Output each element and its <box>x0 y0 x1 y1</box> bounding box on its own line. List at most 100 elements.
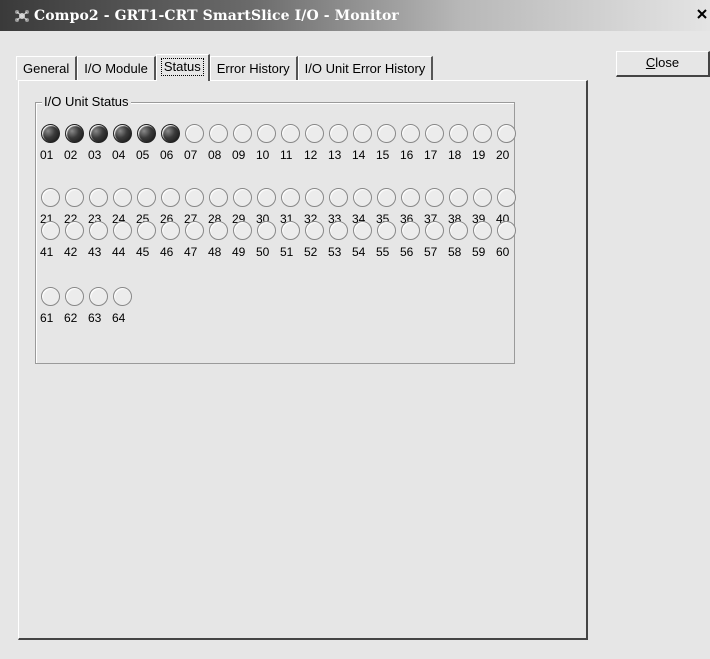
unit-status-led-39 <box>473 188 492 207</box>
unit-status-led-11 <box>281 124 300 143</box>
unit-number-label: 03 <box>88 148 102 162</box>
unit-status-led-04 <box>113 124 132 143</box>
unit-status-led-29 <box>233 188 252 207</box>
unit-status-led-43 <box>89 221 108 240</box>
tab-io-module[interactable]: I/O Module <box>77 56 156 80</box>
unit-status-led-35 <box>377 188 396 207</box>
io-unit-status-label: I/O Unit Status <box>42 94 131 109</box>
unit-number-label: 43 <box>88 245 102 259</box>
unit-number-label: 41 <box>40 245 54 259</box>
unit-number-label: 13 <box>328 148 342 162</box>
unit-status-led-44 <box>113 221 132 240</box>
unit-status-led-54 <box>353 221 372 240</box>
tab-general[interactable]: General <box>16 56 78 80</box>
unit-status-led-26 <box>161 188 180 207</box>
title-bar[interactable]: Compo2 - GRT1-CRT SmartSlice I/O - Monit… <box>0 0 710 31</box>
led-row <box>41 188 521 207</box>
unit-status-led-33 <box>329 188 348 207</box>
unit-status-led-49 <box>233 221 252 240</box>
unit-status-led-46 <box>161 221 180 240</box>
unit-status-led-22 <box>65 188 84 207</box>
unit-status-led-18 <box>449 124 468 143</box>
unit-status-led-13 <box>329 124 348 143</box>
unit-number-label: 50 <box>256 245 270 259</box>
unit-number-label: 42 <box>64 245 78 259</box>
tab-status[interactable]: Status <box>155 54 210 81</box>
unit-number-label: 18 <box>448 148 462 162</box>
unit-number-label: 48 <box>208 245 222 259</box>
unit-number-label: 01 <box>40 148 54 162</box>
unit-number-label: 47 <box>184 245 198 259</box>
unit-status-led-23 <box>89 188 108 207</box>
unit-status-led-10 <box>257 124 276 143</box>
unit-number-row: 41 42 43 44 45 46 47 48 49 50 51 52 53 54 55 56 57 58 59 60 <box>40 245 520 259</box>
unit-status-led-58 <box>449 221 468 240</box>
tab-error-history[interactable]: Error History <box>209 56 298 80</box>
unit-status-led-31 <box>281 188 300 207</box>
unit-status-led-52 <box>305 221 324 240</box>
unit-status-led-07 <box>185 124 204 143</box>
unit-number-label: 11 <box>280 148 293 162</box>
unit-status-led-17 <box>425 124 444 143</box>
unit-status-led-59 <box>473 221 492 240</box>
close-window-icon[interactable] <box>696 8 710 24</box>
unit-number-label: 59 <box>472 245 486 259</box>
unit-status-led-51 <box>281 221 300 240</box>
unit-number-label: 44 <box>112 245 126 259</box>
unit-status-led-06 <box>161 124 180 143</box>
unit-status-led-16 <box>401 124 420 143</box>
unit-number-label: 16 <box>400 148 414 162</box>
unit-status-led-12 <box>305 124 324 143</box>
unit-status-led-48 <box>209 221 228 240</box>
unit-status-led-24 <box>113 188 132 207</box>
led-row <box>41 221 521 240</box>
unit-number-label: 60 <box>496 245 510 259</box>
unit-number-label: 15 <box>376 148 390 162</box>
unit-status-led-25 <box>137 188 156 207</box>
unit-status-led-14 <box>353 124 372 143</box>
monitor-window: Compo2 - GRT1-CRT SmartSlice I/O - Monit… <box>0 0 710 659</box>
unit-number-label: 46 <box>160 245 174 259</box>
unit-status-led-01 <box>41 124 60 143</box>
unit-number-label: 09 <box>232 148 246 162</box>
unit-status-led-55 <box>377 221 396 240</box>
led-row <box>41 124 521 143</box>
unit-status-led-56 <box>401 221 420 240</box>
unit-status-led-21 <box>41 188 60 207</box>
unit-number-row: 61 62 63 64 <box>40 311 136 325</box>
unit-number-label: 63 <box>88 311 102 325</box>
unit-status-led-37 <box>425 188 444 207</box>
unit-number-label: 17 <box>424 148 438 162</box>
unit-number-label: 61 <box>40 311 54 325</box>
unit-number-label: 10 <box>256 148 270 162</box>
unit-status-led-32 <box>305 188 324 207</box>
unit-status-led-57 <box>425 221 444 240</box>
unit-status-led-61 <box>41 287 60 306</box>
io-unit-status-group: I/O Unit Status 01 02 03 04 05 06 07 08 09 10 11 12… <box>35 94 516 364</box>
unit-status-led-60 <box>497 221 516 240</box>
unit-status-led-19 <box>473 124 492 143</box>
unit-number-label: 20 <box>496 148 510 162</box>
unit-number-row: 01 02 03 04 05 06 07 08 09 10 11 12 13 14 15 16 17 18 19 20 <box>40 148 520 162</box>
unit-status-led-02 <box>65 124 84 143</box>
unit-number-label: 53 <box>328 245 342 259</box>
unit-number-label: 02 <box>64 148 78 162</box>
unit-status-led-03 <box>89 124 108 143</box>
close-button-label: lose <box>655 55 680 70</box>
unit-status-led-40 <box>497 188 516 207</box>
unit-status-led-50 <box>257 221 276 240</box>
unit-status-led-45 <box>137 221 156 240</box>
close-button[interactable]: Close <box>616 51 710 77</box>
unit-number-label: 06 <box>160 148 174 162</box>
unit-number-label: 62 <box>64 311 78 325</box>
led-row <box>41 287 137 306</box>
unit-status-led-08 <box>209 124 228 143</box>
unit-number-label: 45 <box>136 245 150 259</box>
unit-number-label: 04 <box>112 148 126 162</box>
tab-io-unit-error-history[interactable]: I/O Unit Error History <box>297 56 434 80</box>
tab-strip: General I/O Module Status Error History … <box>16 54 434 81</box>
unit-status-led-36 <box>401 188 420 207</box>
status-tab-panel: I/O Unit Status 01 02 03 04 05 06 07 08 09 10 11 12… <box>18 80 588 640</box>
unit-status-led-30 <box>257 188 276 207</box>
unit-status-led-47 <box>185 221 204 240</box>
